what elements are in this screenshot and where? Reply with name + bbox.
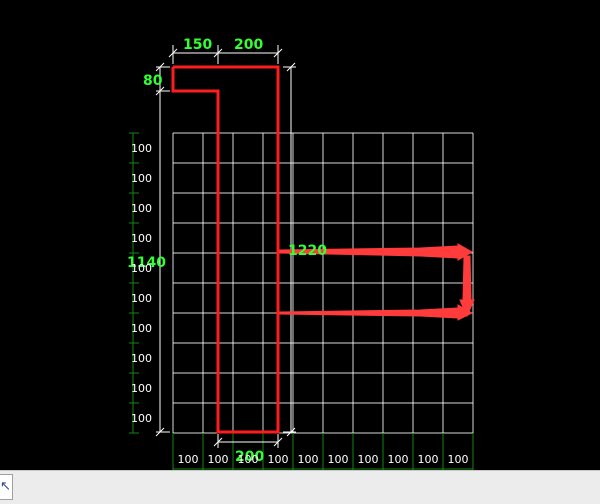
x-scale-label: 100: [448, 453, 469, 466]
y-scale-label: 100: [131, 292, 152, 305]
y-scale-label: 100: [131, 322, 152, 335]
x-scale-label: 100: [388, 453, 409, 466]
x-scale-label: 100: [208, 453, 229, 466]
y-scale-label: 100: [131, 412, 152, 425]
y-scale-label: 100: [131, 262, 152, 275]
dim-offset: 1220: [288, 243, 327, 259]
x-scale-label: 100: [268, 453, 289, 466]
x-scale-label: 100: [238, 453, 259, 466]
y-scale-label: 100: [131, 352, 152, 365]
y-scale-label: 100: [131, 232, 152, 245]
axis-rails: [129, 132, 474, 470]
cursor-arrow-icon: ↖: [0, 479, 11, 494]
dim-flange-thickness: 80: [143, 73, 163, 89]
y-scale-label: 100: [131, 172, 152, 185]
bottom-dimension: [213, 434, 283, 448]
x-scale-label: 100: [418, 453, 439, 466]
drawing-canvas[interactable]: 150 200 80 1140 1220 200 100 100 100 100 100…: [0, 0, 600, 470]
status-bar: ↖: [0, 470, 600, 504]
y-scale-label: 100: [131, 202, 152, 215]
section-outline[interactable]: [171, 65, 280, 434]
x-scale-label: 100: [178, 453, 199, 466]
x-scale-label: 100: [328, 453, 349, 466]
y-scale-label: 100: [131, 382, 152, 395]
dim-top-flange: 150: [183, 37, 212, 53]
dim-top-web: 200: [234, 37, 263, 53]
status-cell: ↖: [0, 474, 13, 500]
x-scale-label: 100: [358, 453, 379, 466]
y-scale-label: 100: [131, 142, 152, 155]
section-drawing: 150 200 80 1140 1220 200 100 100 100 100 100…: [127, 37, 475, 470]
x-scale-label: 100: [298, 453, 319, 466]
